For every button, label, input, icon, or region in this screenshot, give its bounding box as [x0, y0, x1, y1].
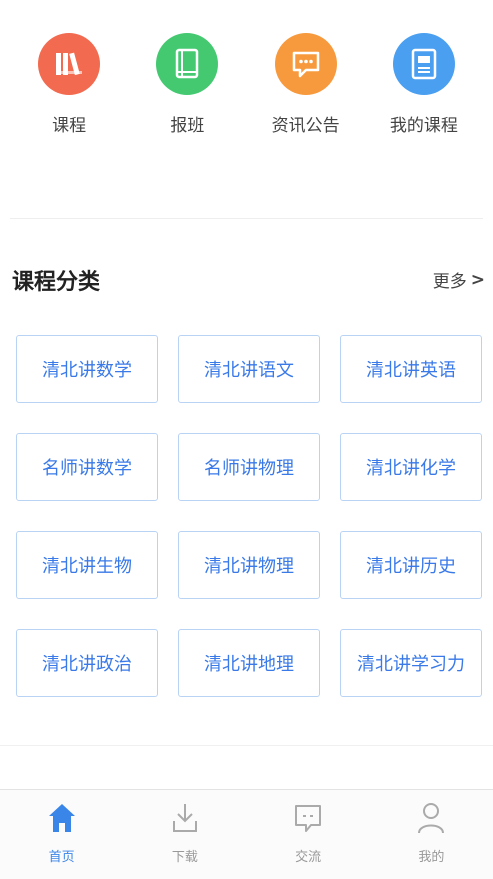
quick-nav-enroll[interactable]: 报班 — [137, 0, 237, 136]
quick-nav: 课程 报班 资讯公告 我的课程 — [0, 0, 493, 215]
more-link[interactable]: 更多 > — [432, 267, 485, 293]
divider — [0, 745, 493, 746]
chevron-right-icon: > — [470, 269, 485, 290]
download-icon — [168, 800, 202, 836]
home-icon — [45, 800, 79, 836]
category-button[interactable]: 清北讲化学 — [340, 433, 482, 501]
tab-bar: 首页 下载 交流 我的 — [0, 789, 493, 879]
more-label: 更多 — [432, 272, 467, 292]
books-icon — [38, 33, 101, 95]
quick-nav-news[interactable]: 资讯公告 — [256, 0, 356, 136]
chat-icon — [291, 800, 325, 836]
category-button[interactable]: 清北讲历史 — [340, 531, 482, 599]
tab-label: 下载 — [171, 850, 198, 865]
quick-nav-label: 报班 — [170, 116, 205, 136]
document-icon — [392, 33, 455, 95]
quick-nav-my-courses[interactable]: 我的课程 — [374, 0, 474, 136]
tab-download[interactable]: 下载 — [140, 790, 230, 879]
category-button[interactable]: 清北讲语文 — [178, 335, 320, 403]
category-button[interactable]: 清北讲政治 — [16, 629, 158, 697]
category-button[interactable]: 清北讲物理 — [178, 531, 320, 599]
quick-nav-label: 资讯公告 — [271, 116, 340, 136]
quick-nav-label: 我的课程 — [389, 116, 458, 136]
tab-home[interactable]: 首页 — [17, 790, 107, 879]
category-button[interactable]: 清北讲地理 — [178, 629, 320, 697]
tab-label: 我的 — [418, 850, 445, 865]
section-title: 课程分类 — [12, 270, 101, 295]
book-icon — [156, 33, 219, 95]
quick-nav-label: 课程 — [52, 116, 87, 136]
tab-label: 首页 — [48, 850, 75, 865]
category-button[interactable]: 清北讲学习力 — [340, 629, 482, 697]
category-button[interactable]: 清北讲英语 — [340, 335, 482, 403]
tab-chat[interactable]: 交流 — [263, 790, 353, 879]
category-grid: 清北讲数学 清北讲语文 清北讲英语 名师讲数学 名师讲物理 清北讲化学 清北讲生… — [16, 335, 483, 697]
tab-mine[interactable]: 我的 — [386, 790, 476, 879]
user-icon — [414, 800, 448, 836]
category-button[interactable]: 清北讲生物 — [16, 531, 158, 599]
divider — [10, 218, 483, 219]
category-button[interactable]: 名师讲数学 — [16, 433, 158, 501]
quick-nav-courses[interactable]: 课程 — [19, 0, 119, 136]
message-icon — [274, 33, 337, 95]
category-button[interactable]: 清北讲数学 — [16, 335, 158, 403]
tab-label: 交流 — [295, 850, 322, 865]
category-button[interactable]: 名师讲物理 — [178, 433, 320, 501]
